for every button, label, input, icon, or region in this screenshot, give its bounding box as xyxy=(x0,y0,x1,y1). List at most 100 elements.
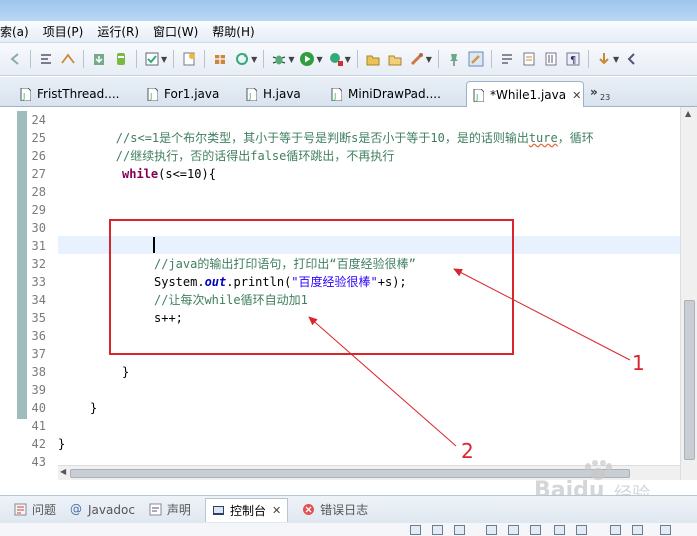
java-file-icon: J xyxy=(246,87,257,101)
show-console-stderr-icon[interactable] xyxy=(576,525,587,535)
vertical-scroll-thumb[interactable] xyxy=(684,300,695,460)
line-number: 40 xyxy=(31,401,46,415)
scroll-lock-icon[interactable] xyxy=(508,525,519,535)
line-number-gutter: 24 25 26 27 28 29 30 31 32 33 34 35 36 3… xyxy=(0,107,50,480)
menu-help[interactable]: 帮助(H) xyxy=(205,21,261,43)
remove-all-icon[interactable] xyxy=(454,525,465,535)
download-icon[interactable] xyxy=(91,51,107,67)
menu-run[interactable]: 运行(R) xyxy=(90,21,146,43)
tab-declaration[interactable]: 声明 xyxy=(149,498,191,522)
tab-fristthread[interactable]: J FristThread.... xyxy=(14,81,119,107)
clear-console-icon[interactable] xyxy=(486,525,497,535)
tab-label: 控制台 xyxy=(229,503,266,518)
scroll-left-icon[interactable]: ◀ xyxy=(60,467,66,476)
declaration-icon xyxy=(149,503,162,516)
new-file-icon[interactable] xyxy=(181,51,197,67)
stop-icon[interactable] xyxy=(410,525,421,535)
task-check-icon[interactable] xyxy=(144,51,160,67)
window-title-strip xyxy=(0,0,697,21)
vertical-scrollbar[interactable]: ▲ xyxy=(680,107,697,480)
remove-launch-icon[interactable] xyxy=(432,525,443,535)
refresh-dropdown-icon[interactable]: ▼ xyxy=(251,55,257,64)
annotation-label-2: 2 xyxy=(461,439,474,463)
open-folder-icon[interactable] xyxy=(387,51,403,67)
toggle-icon[interactable] xyxy=(60,51,76,67)
tabs-overflow-chevron-icon[interactable]: » xyxy=(590,85,598,99)
task-dropdown-icon[interactable]: ▼ xyxy=(161,55,167,64)
debug-icon[interactable] xyxy=(271,51,287,67)
tab-javadoc[interactable]: @ Javadoc xyxy=(70,498,135,522)
annotation-nav-icon[interactable] xyxy=(499,51,515,67)
mark-occurrences-icon[interactable] xyxy=(468,51,484,67)
main-toolbar: ▼ ▼ ▼ ▼ ▼ ▼ ¶ ▼ xyxy=(0,43,697,76)
code-comment: //继续执行，否的话得出false循环跳出，不再执行 xyxy=(58,149,395,163)
package-icon[interactable] xyxy=(212,51,228,67)
tab-label: For1.java xyxy=(164,87,220,101)
external-tools-dropdown-icon[interactable]: ▼ xyxy=(345,55,351,64)
toolbar-separator xyxy=(204,50,206,68)
menu-project[interactable]: 项目(P) xyxy=(36,21,91,43)
java-file-icon: J xyxy=(331,87,342,101)
search-tool-dropdown-icon[interactable]: ▼ xyxy=(426,55,432,64)
toolbar-separator xyxy=(83,50,84,68)
pin-icon[interactable] xyxy=(446,51,462,67)
tab-console[interactable]: 控制台 ✕ xyxy=(204,497,289,522)
jar-icon[interactable] xyxy=(113,51,129,67)
run-icon[interactable] xyxy=(299,51,315,67)
open-type-icon[interactable] xyxy=(365,51,381,67)
line-number: 43 xyxy=(31,455,46,469)
spelling-warning: ture xyxy=(528,131,558,145)
java-file-icon: J xyxy=(473,88,484,102)
tab-label: MiniDrawPad.... xyxy=(348,87,441,101)
run-dropdown-icon[interactable]: ▼ xyxy=(316,55,322,64)
format-icon[interactable] xyxy=(38,51,54,67)
tab-minidrawpad[interactable]: J MiniDrawPad.... xyxy=(325,81,441,107)
console-toolbar xyxy=(0,523,697,536)
next-edit-icon[interactable] xyxy=(596,51,612,67)
close-icon[interactable]: ✕ xyxy=(572,89,581,102)
code-text: (s<=10){ xyxy=(158,167,216,181)
pilcrow-icon[interactable]: ¶ xyxy=(565,51,581,67)
tab-for1[interactable]: J For1.java xyxy=(141,81,219,107)
scroll-up-icon[interactable]: ▲ xyxy=(685,109,691,118)
tab-while1[interactable]: J *While1.java ✕ xyxy=(466,81,584,108)
line-number: 29 xyxy=(31,203,46,217)
toolbar-separator xyxy=(587,50,589,68)
line-number: 33 xyxy=(31,275,46,289)
pin-console-icon[interactable] xyxy=(610,525,621,535)
open-console-icon[interactable] xyxy=(660,525,671,535)
next-edit-dropdown-icon[interactable]: ▼ xyxy=(613,55,619,64)
menu-window[interactable]: 窗口(W) xyxy=(146,21,205,43)
line-number: 39 xyxy=(31,383,46,397)
toolbar-separator xyxy=(30,50,31,68)
debug-dropdown-icon[interactable]: ▼ xyxy=(288,55,294,64)
search-tool-icon[interactable] xyxy=(409,51,425,67)
refresh-icon[interactable] xyxy=(234,51,250,67)
svg-text:J: J xyxy=(248,92,251,101)
java-file-icon: J xyxy=(147,87,158,101)
line-number: 25 xyxy=(31,131,46,145)
tab-error-log[interactable]: 错误日志 xyxy=(302,498,368,522)
back-nav-icon[interactable] xyxy=(624,51,640,67)
tab-problems[interactable]: 问题 xyxy=(14,498,56,522)
code-line-40: } xyxy=(90,399,97,417)
display-console-icon[interactable] xyxy=(632,525,643,535)
word-wrap-icon[interactable] xyxy=(530,525,541,535)
show-whitespace-icon[interactable] xyxy=(543,51,559,67)
line-number: 24 xyxy=(31,113,46,127)
editor-tab-bar: J FristThread.... J For1.java J H.java J… xyxy=(0,77,697,108)
code-editor[interactable]: 24 25 26 27 28 29 30 31 32 33 34 35 36 3… xyxy=(0,107,697,480)
tab-h[interactable]: J H.java xyxy=(240,81,301,107)
close-icon[interactable]: ✕ xyxy=(272,504,281,517)
line-number: 32 xyxy=(31,257,46,271)
javadoc-icon: @ xyxy=(70,502,83,516)
external-tools-icon[interactable] xyxy=(328,51,344,67)
toolbar-separator xyxy=(136,50,137,68)
next-annotation-icon[interactable] xyxy=(521,51,537,67)
java-file-icon: J xyxy=(20,87,31,101)
back-icon[interactable] xyxy=(7,51,23,67)
tabs-overflow-count: 23 xyxy=(600,93,611,102)
tab-label: 错误日志 xyxy=(320,503,369,517)
show-console-stdout-icon[interactable] xyxy=(554,525,565,535)
menu-search[interactable]: 索(a) xyxy=(0,21,36,43)
